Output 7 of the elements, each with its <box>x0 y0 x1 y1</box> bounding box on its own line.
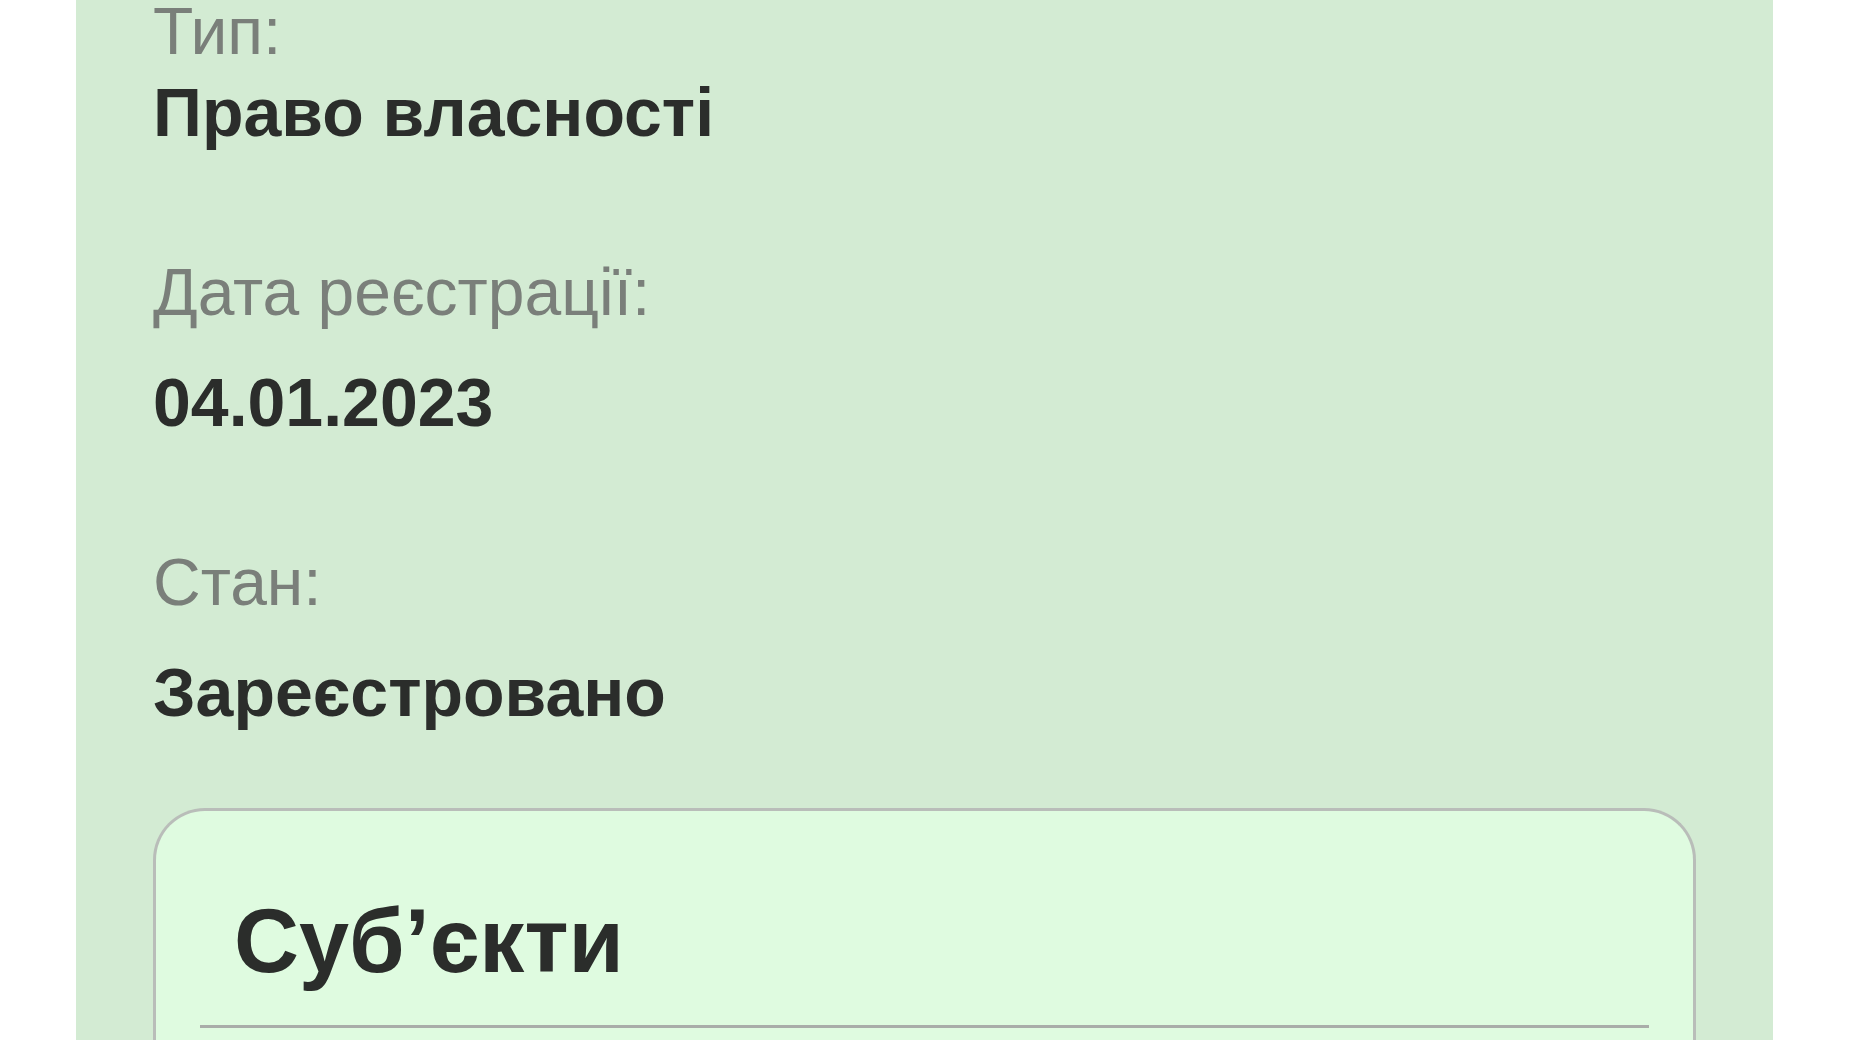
field-value: 04.01.2023 <box>153 366 495 438</box>
field-label: Тип: <box>153 0 283 62</box>
field-label: Стан: <box>153 546 323 618</box>
card-title: Суб’єкти <box>234 891 625 991</box>
field-value: Зареєстровано <box>153 656 667 728</box>
field-value: Право власності <box>153 76 716 148</box>
field-label: Дата реєстрації: <box>153 256 652 328</box>
